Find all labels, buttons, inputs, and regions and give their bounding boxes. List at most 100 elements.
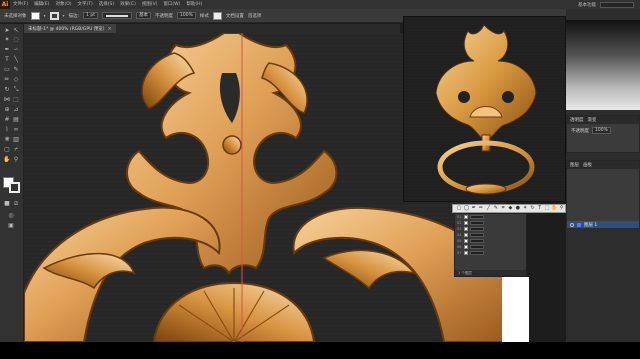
rectangle-icon[interactable]: ▢ <box>456 205 462 212</box>
chevron-down-icon[interactable]: ▾ <box>63 13 65 18</box>
scale-icon[interactable]: ⤡ <box>12 86 20 94</box>
shape-builder-icon[interactable]: ⊕ <box>3 106 11 114</box>
symbol-sprayer-icon[interactable]: ❋ <box>3 136 11 144</box>
color-mode-icon[interactable]: ■ <box>3 200 11 208</box>
selection-icon[interactable]: ➤ <box>3 27 11 35</box>
zoom-icon[interactable]: ⚲ <box>12 156 20 164</box>
layer-thumbnail <box>470 245 484 249</box>
menu-view[interactable]: 视图(V) <box>139 0 161 9</box>
visibility-box[interactable] <box>464 227 468 231</box>
blank-artboard-preview <box>502 277 529 342</box>
eyedropper-icon[interactable]: ⌇ <box>3 126 11 134</box>
document-setup-button[interactable]: 文档设置 <box>226 13 244 19</box>
menu-window[interactable]: 窗口(W) <box>160 0 183 9</box>
slice-icon[interactable]: ⌿ <box>12 146 20 154</box>
screen-mode-icon[interactable]: ▣ <box>7 222 15 230</box>
hand-icon[interactable]: ✋ <box>3 156 11 164</box>
shape-icon[interactable]: ◆ <box>507 205 513 212</box>
direct-selection-icon[interactable]: ↖ <box>12 27 20 35</box>
lasso-icon[interactable]: ◌ <box>12 36 20 44</box>
transparency-panel: 透明度 渐变 不透明度 100% <box>566 115 640 153</box>
chevron-down-icon[interactable]: ▾ <box>44 13 46 18</box>
pen-icon[interactable]: ✒ <box>471 205 477 212</box>
brush-definition[interactable]: 基本 <box>135 12 151 19</box>
crop-icon[interactable]: ⌗ <box>500 205 506 212</box>
row-number: 04 <box>457 233 462 237</box>
layer-name[interactable]: 图层 1 <box>584 222 597 228</box>
stroke-color-box[interactable] <box>9 182 20 193</box>
curvature-icon[interactable]: ∽ <box>12 46 20 54</box>
row-number: 06 <box>457 245 462 249</box>
line-icon[interactable]: ╱ <box>485 205 491 212</box>
workspace-switcher[interactable]: 基本功能 <box>578 2 596 8</box>
eraser-icon[interactable]: ◇ <box>12 76 20 84</box>
pencil-icon[interactable]: ✏ <box>3 76 11 84</box>
drawing-mode-icon[interactable]: ◎ <box>7 212 15 220</box>
magic-wand-icon[interactable]: ✶ <box>3 36 11 44</box>
zoom-icon[interactable]: ⚲ <box>559 205 565 212</box>
eye-icon[interactable] <box>570 222 574 227</box>
gradient-icon[interactable]: ▤ <box>12 116 20 124</box>
document-tab[interactable]: 未标题-1* @ 400% (RGB/GPU 预览) × <box>24 24 116 33</box>
artboard-icon[interactable]: ▢ <box>3 146 11 154</box>
hand-icon[interactable]: ✋ <box>551 205 557 212</box>
pencil-icon[interactable]: ✏ <box>478 205 484 212</box>
ellipse-icon[interactable]: ◯ <box>463 205 470 212</box>
preferences-button[interactable]: 首选项 <box>248 13 262 19</box>
pen-icon[interactable]: ✒ <box>3 46 11 54</box>
close-icon[interactable]: × <box>108 26 112 32</box>
rectangle-icon[interactable]: ▭ <box>3 66 11 74</box>
blob-icon[interactable]: ● <box>515 205 521 212</box>
gradient-preview <box>566 20 640 110</box>
tab-gradient[interactable]: 渐变 <box>588 117 597 123</box>
tab-artboards[interactable]: 画板 <box>583 162 592 168</box>
free-transform-icon[interactable]: ⬚ <box>12 96 20 104</box>
text-icon[interactable]: T <box>537 205 543 212</box>
stroke-swatch[interactable] <box>49 11 59 20</box>
tab-transparency[interactable]: 透明度 <box>570 117 584 123</box>
menu-object[interactable]: 对象(O) <box>52 0 74 9</box>
magic-icon[interactable]: ✶ <box>522 205 528 212</box>
menu-help[interactable]: 帮助(H) <box>183 0 205 9</box>
visibility-box[interactable] <box>464 221 468 225</box>
list-item[interactable]: 07 <box>455 250 526 256</box>
opacity-field[interactable]: 100% <box>176 12 196 19</box>
selection-status: 未选择对象 <box>4 13 27 19</box>
mesh-icon[interactable]: # <box>3 116 11 124</box>
tab-layers[interactable]: 图层 <box>570 162 579 168</box>
menu-select[interactable]: 选择(S) <box>96 0 117 9</box>
perspective-icon[interactable]: ⊿ <box>12 106 20 114</box>
variable-width-profile[interactable] <box>101 12 132 19</box>
paintbrush-icon[interactable]: ✎ <box>12 66 20 74</box>
menu-edit[interactable]: 编辑(E) <box>31 0 52 9</box>
line-icon[interactable]: ╲ <box>12 56 20 64</box>
search-input[interactable] <box>600 1 634 8</box>
opacity-field[interactable]: 100% <box>592 127 611 134</box>
visibility-box[interactable] <box>464 239 468 243</box>
menu-file[interactable]: 文件(F) <box>10 0 31 9</box>
layer-row[interactable]: 图层 1 <box>567 221 639 228</box>
door-knocker-artwork <box>435 24 537 195</box>
none-icon[interactable]: ⧄ <box>12 200 20 208</box>
style-swatch[interactable] <box>212 11 222 20</box>
brush-icon[interactable]: ✎ <box>493 205 499 212</box>
stroke-weight-field[interactable]: 1 pt <box>83 12 98 19</box>
row-number: 05 <box>457 239 462 243</box>
floating-toolbar: ▢ ◯ ✒ ✏ ╱ ✎ ⌗ ◆ ● ✶ ↻ T ⬚ ✋ ⚲ <box>452 204 566 213</box>
menu-type[interactable]: 文字(T) <box>75 0 96 9</box>
visibility-box[interactable] <box>464 215 468 219</box>
illustrator-logo: Ai <box>0 0 10 9</box>
visibility-box[interactable] <box>464 251 468 255</box>
rotate-icon[interactable]: ↻ <box>529 205 535 212</box>
graph-icon[interactable]: ▥ <box>12 136 20 144</box>
width-icon[interactable]: ⋈ <box>3 96 11 104</box>
menu-effect[interactable]: 效果(C) <box>117 0 139 9</box>
frame-icon[interactable]: ⬚ <box>544 205 550 212</box>
rotate-icon[interactable]: ↻ <box>3 86 11 94</box>
blend-icon[interactable]: ∞ <box>12 126 20 134</box>
visibility-box[interactable] <box>464 233 468 237</box>
video-letterbox <box>0 342 640 359</box>
visibility-box[interactable] <box>464 245 468 249</box>
fill-swatch[interactable] <box>30 11 40 20</box>
type-icon[interactable]: T <box>3 56 11 64</box>
